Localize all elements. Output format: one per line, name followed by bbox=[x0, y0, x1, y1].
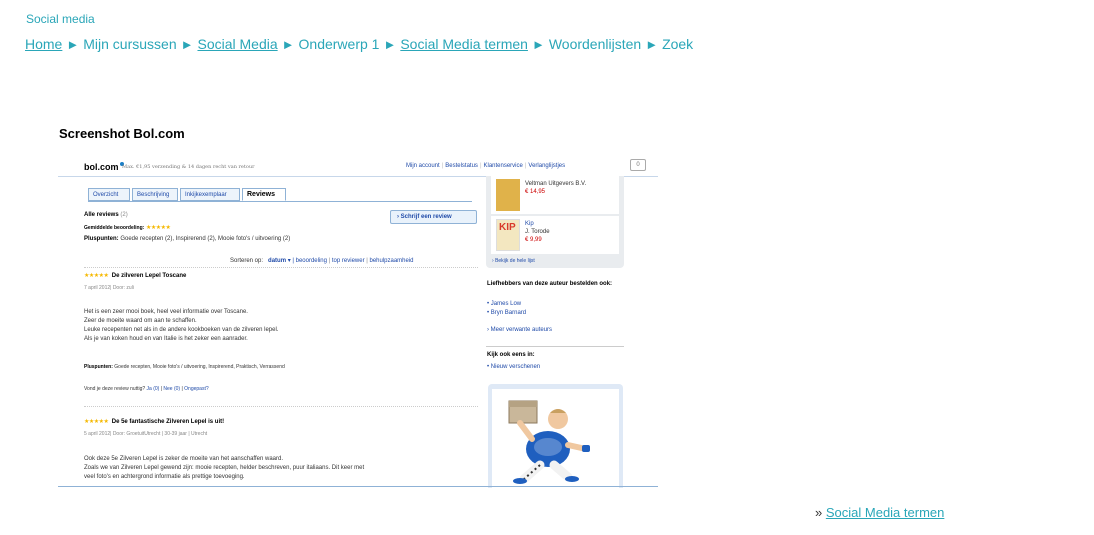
breadcrumb-social-media[interactable]: Social Media bbox=[197, 36, 277, 52]
site-title[interactable]: Social media bbox=[26, 12, 95, 26]
review-body-line: Zoals we van Zilveren Lepel gewend zijn:… bbox=[84, 465, 365, 471]
breadcrumb-terms[interactable]: Social Media termen bbox=[400, 36, 528, 52]
breadcrumb: Home ► Mijn cursussen ► Social Media ► Onderwe… bbox=[25, 36, 693, 52]
breadcrumb-separator: ► bbox=[383, 37, 397, 52]
bolcom-toplinks: Mijn account | Bestelstatus | Klantenservice… bbox=[406, 163, 566, 169]
bolcom-tabs: Overzicht Beschrijving Inkijkexemplaar R… bbox=[88, 188, 488, 201]
look-heading: Kijk ook eens in: bbox=[487, 352, 535, 358]
breadcrumb-separator: ► bbox=[180, 37, 194, 52]
breadcrumb-separator: ► bbox=[531, 37, 545, 52]
review-body-line: veel foto's en achtergrond informatie al… bbox=[84, 474, 245, 480]
fans-author: • Bryn Barnard bbox=[487, 310, 527, 316]
see-list-link: › Bekijk de hele lijst bbox=[492, 258, 535, 264]
review-title: ★★★★★ De zilveren Lepel Toscane bbox=[84, 273, 187, 279]
related-book: KIP Kip J. Torode € 9,99 bbox=[491, 216, 619, 254]
sort-bar: Sorteren op: datum ▾ | beoordeling | top… bbox=[230, 258, 414, 264]
delivery-man-illustration bbox=[508, 400, 590, 484]
bolcom-tagline: Max. €1,95 verzending & 14 dagen recht v… bbox=[122, 164, 255, 170]
look-link: • Nieuw verschenen bbox=[487, 364, 541, 370]
toplink: Klantenservice bbox=[483, 163, 523, 169]
all-reviews: Alle reviews (2) bbox=[84, 212, 128, 218]
review-body-line: Leuke recepenten net als in de andere ko… bbox=[84, 327, 279, 333]
breadcrumb-glossaries: Woordenlijsten bbox=[548, 36, 642, 52]
tab-description: Beschrijving bbox=[132, 188, 178, 201]
review-pros: Pluspunten: Goede recepten, Mooie foto's… bbox=[84, 364, 285, 370]
breadcrumb-my-courses: Mijn cursussen bbox=[83, 36, 177, 52]
footer-prefix: » bbox=[815, 505, 823, 520]
tab-reviews: Reviews bbox=[242, 188, 286, 201]
avg-rating: Gemiddelde beoordeling: ★★★★★ bbox=[84, 225, 171, 231]
breadcrumb-home[interactable]: Home bbox=[25, 36, 62, 52]
footer-navigation: » Social Media termen bbox=[815, 505, 944, 520]
review-meta: 7 april 2012| Door: zuli bbox=[84, 285, 134, 291]
breadcrumb-search: Zoek bbox=[662, 36, 694, 52]
related-book: Veltman Uitgevers B.V. € 14,95 bbox=[491, 176, 619, 214]
pros-summary: Pluspunten: Goede recepten (2), Inspirer… bbox=[84, 236, 291, 242]
footer-terms-link[interactable]: Social Media termen bbox=[826, 505, 945, 520]
review-body-line: Zeer de moeite waard om aan te schaffen. bbox=[84, 318, 197, 324]
review-body-line: Als je van koken houd en van Italie is h… bbox=[84, 336, 248, 342]
book-cover-image bbox=[496, 179, 520, 211]
write-review-button: › Schrijf een review bbox=[390, 210, 477, 224]
fans-author: • James Low bbox=[487, 301, 522, 307]
breadcrumb-separator: ► bbox=[281, 37, 295, 52]
review-meta: 5 april 2012| Door: GroetuitUtrecht | 30… bbox=[84, 431, 208, 437]
review-useful: Vond je deze review nuttig? Ja (0) | Nee… bbox=[84, 386, 209, 392]
promo-banner bbox=[488, 384, 623, 488]
rating-stars: ★★★★★ bbox=[145, 225, 171, 231]
review-body-line: Het is een zeer mooi boek, heel veel inf… bbox=[84, 309, 248, 315]
review-body-line: Ook deze 5e Zilveren Lepel is zeker de m… bbox=[84, 456, 284, 462]
review-title: ★★★★★ De 5e fantastische Zilveren Lepel … bbox=[84, 419, 225, 425]
book-cover-image: KIP bbox=[496, 219, 520, 251]
more-authors-link: › Meer verwante auteurs bbox=[487, 327, 553, 333]
bolcom-screenshot-image: bol.com Max. €1,95 verzending & 14 dagen… bbox=[58, 152, 658, 488]
cart-icon: 0 bbox=[630, 159, 646, 171]
related-books-panel: Veltman Uitgevers B.V. € 14,95 KIP Kip J. … bbox=[486, 176, 624, 268]
breadcrumb-separator: ► bbox=[66, 37, 80, 52]
toplink: Bestelstatus bbox=[445, 163, 478, 169]
tab-overview: Overzicht bbox=[88, 188, 130, 201]
fans-heading: Liefhebbers van deze auteur bestelden oo… bbox=[487, 281, 613, 287]
toplink: Mijn account bbox=[406, 163, 440, 169]
bolcom-logo: bol.com bbox=[84, 162, 124, 172]
breadcrumb-separator: ► bbox=[645, 37, 659, 52]
bolcom-header: bol.com Max. €1,95 verzending & 14 dagen… bbox=[84, 159, 658, 177]
breadcrumb-topic: Onderwerp 1 bbox=[298, 36, 380, 52]
toplink: Verlanglijstjes bbox=[528, 163, 566, 169]
tab-preview: Inkijkexemplaar bbox=[180, 188, 240, 201]
article-title: Screenshot Bol.com bbox=[59, 126, 185, 141]
